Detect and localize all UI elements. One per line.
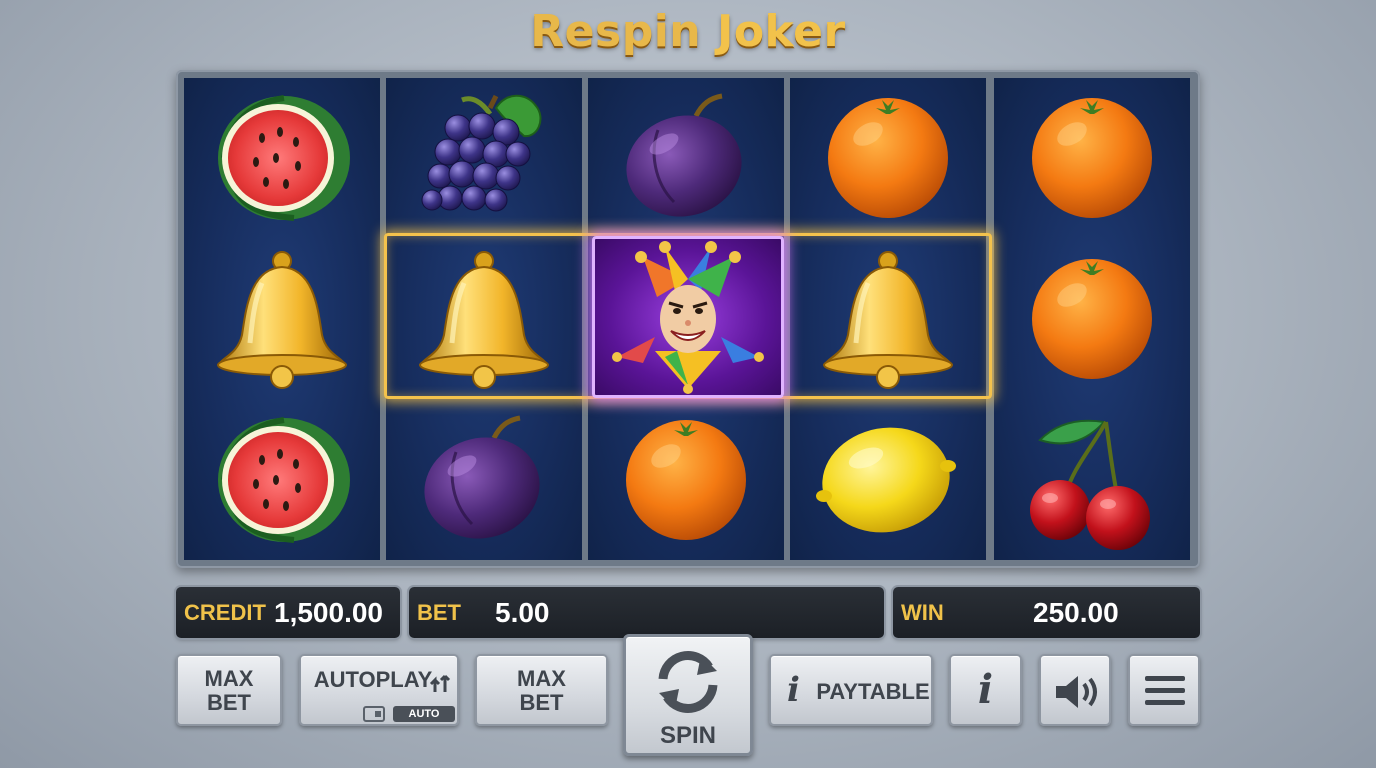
- autoplay-label: AUTOPLAY: [313, 667, 433, 692]
- symbol-watermelon: [184, 78, 380, 238]
- symbol-orange: [994, 239, 1190, 399]
- bet-label: BET: [417, 600, 461, 625]
- win-label: WIN: [901, 600, 944, 625]
- symbol-orange: [994, 78, 1190, 238]
- game-title: Respin Joker: [0, 6, 1376, 57]
- menu-button[interactable]: [1128, 654, 1200, 726]
- symbol-cherries: [994, 400, 1190, 560]
- win-value: 250.00: [1033, 597, 1119, 628]
- symbol-joker: [592, 236, 784, 398]
- symbol-grapes: [386, 78, 582, 238]
- win-display: WIN 250.00: [893, 587, 1200, 638]
- game-title-part2: Joker: [716, 6, 846, 57]
- spin-arrows-icon: [658, 651, 718, 713]
- max-bet-button-2[interactable]: MAX BET: [475, 654, 608, 726]
- hamburger-menu-icon: [1145, 676, 1185, 705]
- bet-value: 5.00: [495, 597, 550, 628]
- max-bet-label-line1: MAX: [204, 666, 254, 691]
- autoplay-arrows-icon: [429, 674, 451, 692]
- bet-display: BET 5.00: [409, 587, 884, 638]
- max-bet-label-line2: BET: [207, 690, 251, 715]
- max-bet-2-label-line2: BET: [519, 690, 564, 715]
- max-bet-2-label-line1: MAX: [517, 666, 566, 691]
- spin-label: SPIN: [659, 722, 716, 749]
- symbol-orange: [588, 400, 784, 560]
- symbol-bell: [184, 239, 380, 399]
- spin-button[interactable]: SPIN: [623, 634, 753, 756]
- symbol-orange: [790, 78, 986, 238]
- max-bet-button[interactable]: MAX BET: [176, 654, 282, 726]
- credit-label: CREDIT: [184, 600, 266, 625]
- paytable-label: PAYTABLE: [816, 679, 930, 704]
- sound-button[interactable]: [1039, 654, 1111, 726]
- symbol-watermelon: [184, 400, 380, 560]
- paytable-button[interactable]: i PAYTABLE: [769, 654, 933, 726]
- reel-5: [994, 78, 1190, 560]
- info-icon: i: [977, 666, 994, 713]
- symbol-plum: [386, 400, 582, 560]
- credit-display: CREDIT 1,500.00: [176, 587, 400, 638]
- credit-value: 1,500.00: [274, 597, 383, 628]
- game-title-part1: Respin: [530, 6, 702, 57]
- info-button[interactable]: i: [949, 654, 1022, 726]
- reel-1: [184, 78, 380, 560]
- symbol-lemon: [790, 400, 986, 560]
- symbol-plum: [588, 78, 784, 238]
- speaker-icon: [1056, 676, 1097, 708]
- autoplay-button[interactable]: AUTOPLAY AUTO: [299, 654, 459, 726]
- auto-tag: AUTO: [393, 706, 455, 722]
- card-icon: [363, 706, 385, 722]
